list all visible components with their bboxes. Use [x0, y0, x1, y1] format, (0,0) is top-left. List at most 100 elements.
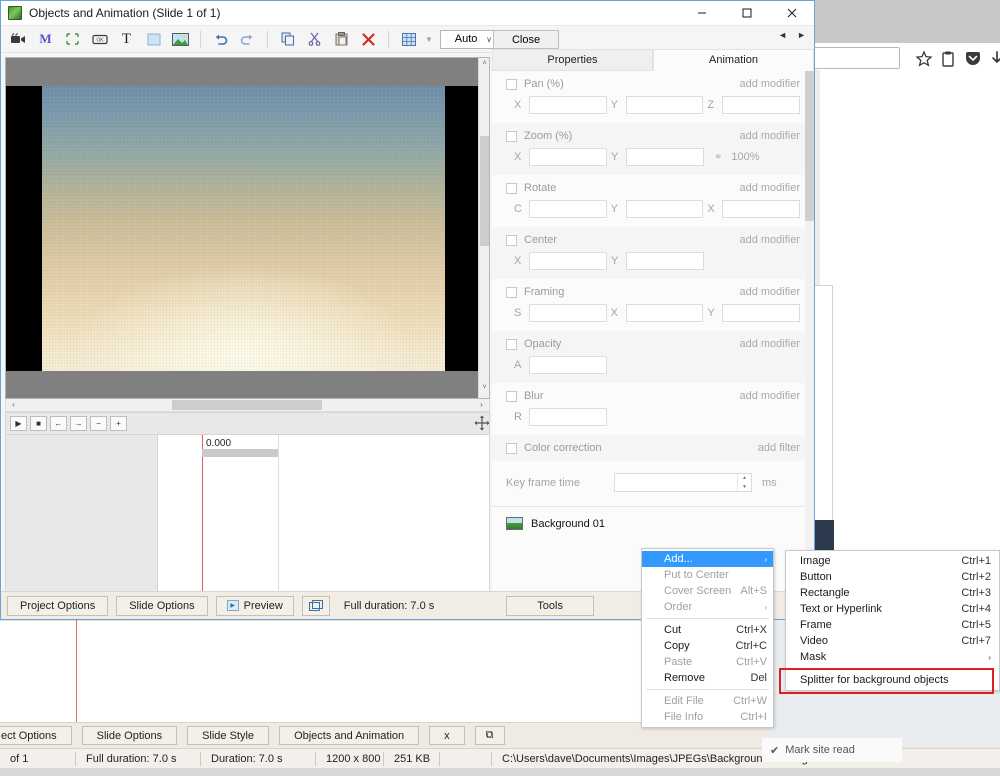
pan-x-input[interactable] [529, 96, 607, 114]
menu-item-add[interactable]: Add... › [642, 551, 773, 567]
close-window-button[interactable] [769, 1, 814, 26]
app-btn-objects-and-animation[interactable]: Objects and Animation [279, 726, 419, 745]
delete-icon[interactable] [355, 28, 382, 51]
menu-item-order[interactable]: Order › [642, 599, 773, 615]
browser-dark-button[interactable] [812, 520, 834, 552]
color-correction-checkbox[interactable] [506, 443, 517, 454]
framing-x-input[interactable] [626, 304, 704, 322]
framing-y-input[interactable] [722, 304, 800, 322]
framing-s-input[interactable] [529, 304, 607, 322]
add-submenu[interactable]: Image Ctrl+1 Button Ctrl+2 Rectangle Ctr… [785, 550, 1000, 691]
zoom-add-modifier-link[interactable]: add modifier [739, 130, 800, 142]
timeline-clip[interactable] [202, 449, 278, 457]
tools-button[interactable]: Tools [506, 596, 594, 616]
stepper-up-icon[interactable]: ▲ [738, 474, 751, 483]
pan-y-input[interactable] [626, 96, 704, 114]
center-checkbox[interactable] [506, 235, 517, 246]
submenu-item-splitter-for-background-objects[interactable]: Splitter for background objects [786, 672, 999, 688]
button-icon[interactable]: OK [86, 28, 113, 51]
prev-keyframe-button[interactable]: ← [50, 416, 67, 431]
zoom-select[interactable]: Auto ∨ [440, 30, 498, 49]
list-item[interactable]: Background 01 [506, 517, 800, 530]
chevron-down-icon[interactable]: ▼ [422, 28, 436, 51]
key-frame-time-input[interactable]: ▲ ▼ [614, 473, 752, 492]
app-btn-fullscreen-icon[interactable]: ⧉ [475, 726, 505, 745]
opacity-a-input[interactable] [529, 356, 607, 374]
pan-add-modifier-link[interactable]: add modifier [739, 78, 800, 90]
zoom-out-button[interactable]: − [90, 416, 107, 431]
framing-checkbox[interactable] [506, 287, 517, 298]
preview-canvas[interactable] [6, 86, 481, 371]
menu-item-cover-screen[interactable]: Cover Screen Alt+S [642, 583, 773, 599]
panel-scroll-thumb[interactable] [805, 71, 814, 221]
play-button[interactable]: ▶ [10, 416, 27, 431]
menu-item-remove[interactable]: Remove Del [642, 670, 773, 686]
panel-vertical-scrollbar[interactable] [805, 71, 814, 592]
paste-icon[interactable] [328, 28, 355, 51]
app-btn-x[interactable]: x [429, 726, 465, 745]
rectangle-icon[interactable] [140, 28, 167, 51]
mark-site-read-menu-item[interactable]: ✔ Mark site read [762, 738, 902, 762]
rotate-y-input[interactable] [626, 200, 704, 218]
zoom-y-input[interactable] [626, 148, 704, 166]
undo-icon[interactable] [207, 28, 234, 51]
pocket-icon[interactable] [964, 50, 982, 68]
center-add-modifier-link[interactable]: add modifier [739, 234, 800, 246]
opacity-add-modifier-link[interactable]: add modifier [739, 338, 800, 350]
slide-options-button[interactable]: Slide Options [116, 596, 207, 616]
submenu-item-button[interactable]: Button Ctrl+2 [786, 569, 999, 585]
submenu-item-rectangle[interactable]: Rectangle Ctrl+3 [786, 585, 999, 601]
menu-item-put-to-center[interactable]: Put to Center [642, 567, 773, 583]
copy-icon[interactable] [274, 28, 301, 51]
frame-icon[interactable] [59, 28, 86, 51]
rotate-checkbox[interactable] [506, 183, 517, 194]
next-keyframe-button[interactable]: → [70, 416, 87, 431]
menu-item-file-info[interactable]: File Info Ctrl+I [642, 709, 773, 725]
tab-animation[interactable]: Animation [653, 49, 814, 71]
key-frame-time-stepper[interactable]: ▲ ▼ [737, 474, 751, 491]
close-button[interactable]: Close [493, 30, 559, 49]
submenu-item-video[interactable]: Video Ctrl+7 [786, 633, 999, 649]
framing-add-modifier-link[interactable]: add modifier [739, 286, 800, 298]
menu-item-copy[interactable]: Copy Ctrl+C [642, 638, 773, 654]
timeline-playhead[interactable] [202, 435, 203, 591]
rotate-x-input[interactable] [722, 200, 800, 218]
cut-icon[interactable] [301, 28, 328, 51]
blur-r-input[interactable] [529, 408, 607, 426]
app-btn-project-options[interactable]: ect Options [0, 726, 72, 745]
scroll-down-icon[interactable]: ˅ [479, 384, 490, 396]
background-image-object[interactable] [42, 86, 445, 371]
zoom-checkbox[interactable] [506, 131, 517, 142]
menu-item-cut[interactable]: Cut Ctrl+X [642, 622, 773, 638]
rotate-c-input[interactable] [529, 200, 607, 218]
context-menu[interactable]: Add... › Put to Center Cover Screen Alt+… [641, 548, 774, 728]
video-camera-icon[interactable] [5, 28, 32, 51]
objects-list[interactable]: Background 01 [492, 506, 814, 540]
nav-prev-icon[interactable]: ◄ [778, 30, 787, 40]
text-icon[interactable]: T [113, 28, 140, 51]
redo-icon[interactable] [234, 28, 261, 51]
preview-vertical-scrollbar[interactable]: ˄ ˅ [478, 58, 489, 398]
blur-checkbox[interactable] [506, 391, 517, 402]
rotate-add-modifier-link[interactable]: add modifier [739, 182, 800, 194]
opacity-checkbox[interactable] [506, 339, 517, 350]
horizontal-scroll-thumb[interactable] [172, 400, 322, 410]
blur-add-modifier-link[interactable]: add modifier [739, 390, 800, 402]
vertical-scroll-thumb[interactable] [480, 136, 489, 246]
clipboard-icon[interactable] [939, 50, 957, 68]
submenu-item-mask[interactable]: Mask › [786, 649, 999, 665]
image-icon[interactable] [167, 28, 194, 51]
zoom-x-input[interactable] [529, 148, 607, 166]
download-icon[interactable] [988, 50, 1000, 68]
pan-checkbox[interactable] [506, 79, 517, 90]
star-icon[interactable] [915, 50, 933, 68]
center-x-input[interactable] [529, 252, 607, 270]
tab-properties[interactable]: Properties [492, 49, 653, 71]
color-correction-add-filter-link[interactable]: add filter [758, 442, 800, 454]
menu-item-paste[interactable]: Paste Ctrl+V [642, 654, 773, 670]
app-btn-slide-options[interactable]: Slide Options [82, 726, 177, 745]
fullscreen-toggle-button[interactable] [302, 596, 330, 616]
stop-button[interactable]: ■ [30, 416, 47, 431]
maximize-button[interactable] [724, 1, 769, 26]
move-tool-icon[interactable] [471, 413, 493, 433]
